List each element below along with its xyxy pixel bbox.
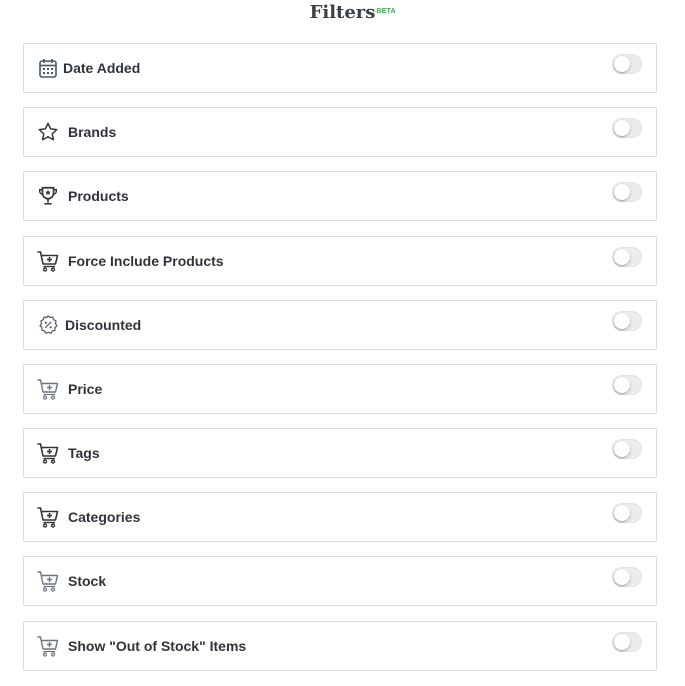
filter-label: Show "Out of Stock" Items bbox=[68, 638, 247, 654]
filter-row-stock: Stock bbox=[23, 556, 657, 606]
filter-label: Stock bbox=[68, 573, 107, 589]
filter-row-price: Price bbox=[23, 364, 657, 414]
filter-row-tags: Tags bbox=[23, 428, 657, 478]
toggle-tags[interactable] bbox=[612, 439, 642, 459]
toggle-price[interactable] bbox=[612, 375, 642, 395]
filter-row-products: Products bbox=[23, 171, 657, 221]
toggle-knob bbox=[614, 56, 630, 72]
filter-row-date-added: Date Added bbox=[23, 43, 657, 93]
filter-label: Date Added bbox=[63, 60, 141, 76]
toggle-knob bbox=[614, 120, 630, 136]
calendar-icon bbox=[36, 56, 60, 80]
filter-row-discounted: Discounted bbox=[23, 300, 657, 350]
toggle-knob bbox=[614, 313, 630, 329]
filter-row-show-out-of-stock: Show "Out of Stock" Items bbox=[23, 621, 657, 671]
page-title: Filters BETA bbox=[309, 2, 396, 24]
cart-plus-icon bbox=[36, 569, 60, 593]
cart-plus-icon bbox=[36, 441, 60, 465]
cart-plus-icon bbox=[36, 249, 60, 273]
toggle-knob bbox=[614, 441, 630, 457]
toggle-knob bbox=[614, 184, 630, 200]
toggle-force-include-products[interactable] bbox=[612, 247, 642, 267]
filter-label: Discounted bbox=[65, 317, 142, 333]
filter-row-force-include-products: Force Include Products bbox=[23, 236, 657, 286]
filter-label: Tags bbox=[68, 445, 100, 461]
cart-plus-icon bbox=[36, 634, 60, 658]
page-title-text: Filters bbox=[309, 2, 376, 23]
toggle-knob bbox=[614, 249, 630, 265]
trophy-icon bbox=[36, 184, 60, 208]
discount-badge-icon bbox=[36, 313, 60, 337]
toggle-knob bbox=[614, 569, 630, 585]
toggle-brands[interactable] bbox=[612, 118, 642, 138]
filter-label: Categories bbox=[68, 509, 141, 525]
header: Filters BETA bbox=[0, 0, 685, 28]
toggle-show-out-of-stock[interactable] bbox=[612, 632, 642, 652]
beta-badge: BETA bbox=[376, 8, 396, 15]
toggle-categories[interactable] bbox=[612, 503, 642, 523]
toggle-knob bbox=[614, 634, 630, 650]
toggle-knob bbox=[614, 505, 630, 521]
toggle-date-added[interactable] bbox=[612, 54, 642, 74]
filter-row-brands: Brands bbox=[23, 107, 657, 157]
cart-plus-icon bbox=[36, 505, 60, 529]
filter-label: Force Include Products bbox=[68, 253, 224, 269]
filter-row-categories: Categories bbox=[23, 492, 657, 542]
toggle-discounted[interactable] bbox=[612, 311, 642, 331]
filter-label: Products bbox=[68, 188, 129, 204]
toggle-knob bbox=[614, 377, 630, 393]
cart-plus-icon bbox=[36, 377, 60, 401]
star-icon bbox=[36, 120, 60, 144]
filter-label: Brands bbox=[68, 124, 117, 140]
filter-label: Price bbox=[68, 381, 103, 397]
toggle-products[interactable] bbox=[612, 182, 642, 202]
toggle-stock[interactable] bbox=[612, 567, 642, 587]
